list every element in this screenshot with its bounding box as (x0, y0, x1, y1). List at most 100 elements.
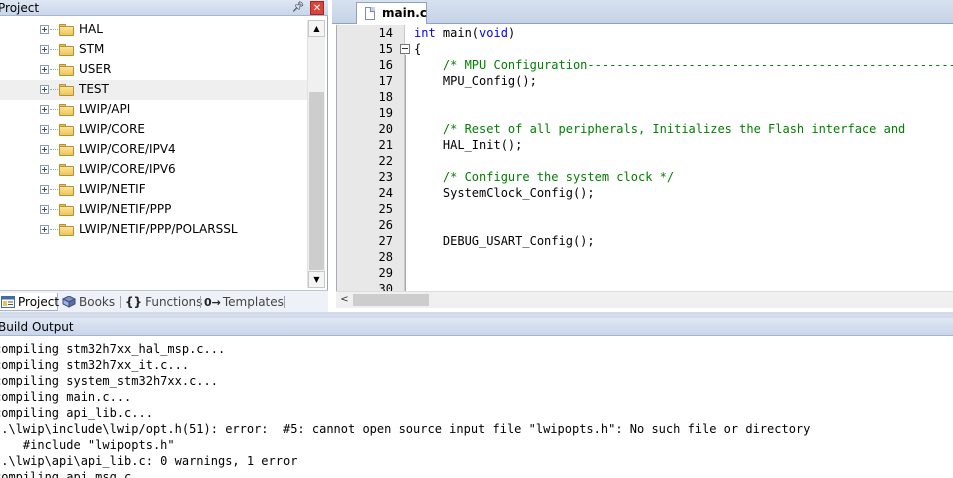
tab-main-c[interactable]: main.c (356, 2, 427, 24)
tree-connector (50, 109, 58, 110)
tree-item-label: TEST (79, 82, 109, 96)
code-line: 30 (337, 281, 953, 291)
expand-plus-icon[interactable] (40, 125, 49, 134)
tab-books[interactable]: Books (61, 293, 117, 311)
horizontal-scroll-thumb[interactable] (353, 294, 429, 306)
tree-item[interactable]: LWIP/CORE/IPV6 (0, 160, 307, 180)
tree-item[interactable]: HAL (0, 20, 307, 40)
line-number: 15 (378, 42, 393, 56)
folder-icon (59, 224, 74, 236)
folder-icon (59, 104, 74, 116)
code-line: 27 DEBUG_USART_Config(); (337, 233, 953, 249)
editor-panel: main.c 14 int main(void) 15 {16 /* MPU Conf… (332, 0, 953, 312)
code-text: /* MPU Configuration--------------------… (414, 57, 953, 73)
tree-connector (50, 149, 58, 150)
tab-templates[interactable]: 0→ Templates (204, 293, 284, 311)
fold-collapse-icon[interactable] (400, 44, 410, 54)
build-output-line: ..\lwip\include\lwip/opt.h(51): error: #… (0, 422, 811, 436)
tree-item-label: LWIP/NETIF (79, 182, 146, 196)
tree-item[interactable]: LWIP/CORE (0, 120, 307, 140)
tree-item[interactable]: LWIP/NETIF/PPP (0, 200, 307, 220)
tab-project-label: Project (18, 295, 60, 309)
project-titlebar: Project 📌︎ ✕ (0, 0, 328, 16)
close-panel-button[interactable]: ✕ (310, 1, 324, 15)
horizontal-scrollbar[interactable]: < (336, 291, 953, 308)
code-line: 19 (337, 105, 953, 121)
project-window-icon (1, 295, 15, 308)
code-text: int main(void) (414, 25, 515, 41)
tree-item-label: STM (79, 42, 105, 56)
tab-functions[interactable]: {} Functions (125, 293, 202, 311)
tree-item[interactable]: STM (0, 40, 307, 60)
code-line: 20 /* Reset of all peripherals, Initiali… (337, 121, 953, 137)
tree-item[interactable]: LWIP/NETIF/PPP/POLARSSL (0, 220, 307, 240)
code-line: 25 (337, 201, 953, 217)
tree-item-label: LWIP/API (79, 102, 131, 116)
expand-plus-icon[interactable] (40, 185, 49, 194)
line-number: 23 (378, 170, 393, 184)
scroll-left-arrow-icon[interactable]: < (336, 292, 353, 308)
tree-connector (50, 229, 58, 230)
line-number: 14 (378, 26, 393, 40)
line-number: 25 (378, 202, 393, 216)
tree-item[interactable]: LWIP/NETIF (0, 180, 307, 200)
tab-project[interactable]: Project (0, 293, 60, 311)
build-output-line: #include "lwipopts.h" (0, 438, 175, 452)
folder-icon (59, 164, 74, 176)
build-output-text[interactable]: compiling stm32h7xx_hal_msp.c... compilin… (0, 338, 953, 478)
code-text: /* Reset of all peripherals, Initializes… (414, 121, 905, 137)
expand-plus-icon[interactable] (40, 65, 49, 74)
code-token: /* Configure the system clock */ (442, 170, 675, 184)
tree-connector (50, 169, 58, 170)
expand-plus-icon[interactable] (40, 85, 49, 94)
code-token: DEBUG_USART_Config(); (414, 234, 595, 248)
expand-plus-icon[interactable] (40, 145, 49, 154)
code-editor[interactable]: 14 int main(void) 15 {16 /* MPU Configurati… (336, 25, 953, 291)
expand-plus-icon[interactable] (40, 225, 49, 234)
tree-item-label: HAL (79, 22, 103, 36)
tab-separator (120, 296, 121, 308)
folder-icon (59, 184, 74, 196)
line-number: 28 (378, 250, 393, 264)
line-number: 20 (378, 122, 393, 136)
line-number: 29 (378, 266, 393, 280)
line-number: 21 (378, 138, 393, 152)
folder-icon (59, 204, 74, 216)
folder-icon (59, 124, 74, 136)
expand-plus-icon[interactable] (40, 165, 49, 174)
scroll-down-arrow-icon[interactable]: ▼ (308, 271, 325, 288)
tree-item[interactable]: TEST (0, 80, 307, 100)
expand-plus-icon[interactable] (40, 25, 49, 34)
editor-tabbar: main.c (332, 0, 953, 24)
pin-icon[interactable]: 📌︎ (291, 1, 305, 15)
tree-connector (50, 49, 58, 50)
folder-icon (59, 84, 74, 96)
expand-plus-icon[interactable] (40, 45, 49, 54)
tree-item[interactable]: LWIP/API (0, 100, 307, 120)
code-line: 17 MPU_Config(); (337, 73, 953, 89)
functions-icon: {} (125, 295, 143, 309)
line-number: 22 (378, 154, 393, 168)
line-number: 30 (378, 282, 393, 291)
expand-plus-icon[interactable] (40, 205, 49, 214)
scroll-up-arrow-icon[interactable]: ▲ (308, 20, 325, 37)
build-output-line: ..\lwip\api\api_lib.c: 0 warnings, 1 err… (0, 454, 298, 468)
tree-item[interactable]: USER (0, 60, 307, 80)
tree-item[interactable]: LWIP/CORE/IPV4 (0, 140, 307, 160)
scroll-thumb[interactable] (309, 92, 324, 270)
folder-icon (59, 24, 74, 36)
templates-icon: 0→ (204, 296, 221, 309)
project-panel: Project 📌︎ ✕ HAL STM USER TEST LWIP/API LWIP/… (0, 0, 328, 312)
tree-scrollbar[interactable]: ▲ ▼ (307, 20, 325, 288)
code-token: ) (507, 26, 516, 40)
code-token: SystemClock_Config(); (414, 186, 595, 200)
tab-separator (200, 296, 201, 308)
tree-item-label: LWIP/CORE (79, 122, 146, 136)
expand-plus-icon[interactable] (40, 105, 49, 114)
code-line: 29 (337, 265, 953, 281)
build-output-line: compiling stm32h7xx_hal_msp.c... (0, 342, 226, 356)
code-text: DEBUG_USART_Config(); (414, 233, 595, 249)
